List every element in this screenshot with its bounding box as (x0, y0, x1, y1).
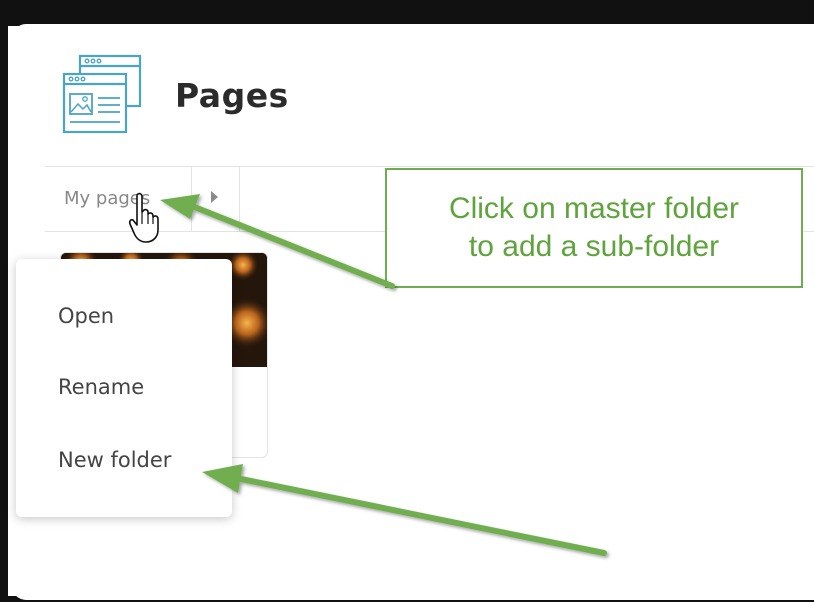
breadcrumb-divider (191, 166, 192, 232)
menu-item-rename[interactable]: Rename (58, 375, 144, 399)
window-frame-top (0, 0, 814, 26)
annotation-text: Click on master folder to add a sub-fold… (390, 190, 798, 266)
web-page-icon (62, 54, 142, 134)
caret-right-icon[interactable] (211, 191, 218, 203)
annotation-line-1: Click on master folder (448, 192, 740, 225)
window-frame-left (0, 0, 8, 602)
page-title: Pages (175, 76, 289, 115)
menu-item-open[interactable]: Open (58, 304, 114, 328)
breadcrumb-divider (239, 166, 240, 232)
breadcrumb-border-top (45, 166, 814, 167)
menu-item-new-folder[interactable]: New folder (58, 448, 171, 472)
hand-pointer-icon (128, 192, 159, 243)
annotation-line-2: to add a sub-folder (468, 230, 720, 263)
screenshot-stage: Pages My pages Open Rename New folder Cl… (0, 0, 814, 602)
